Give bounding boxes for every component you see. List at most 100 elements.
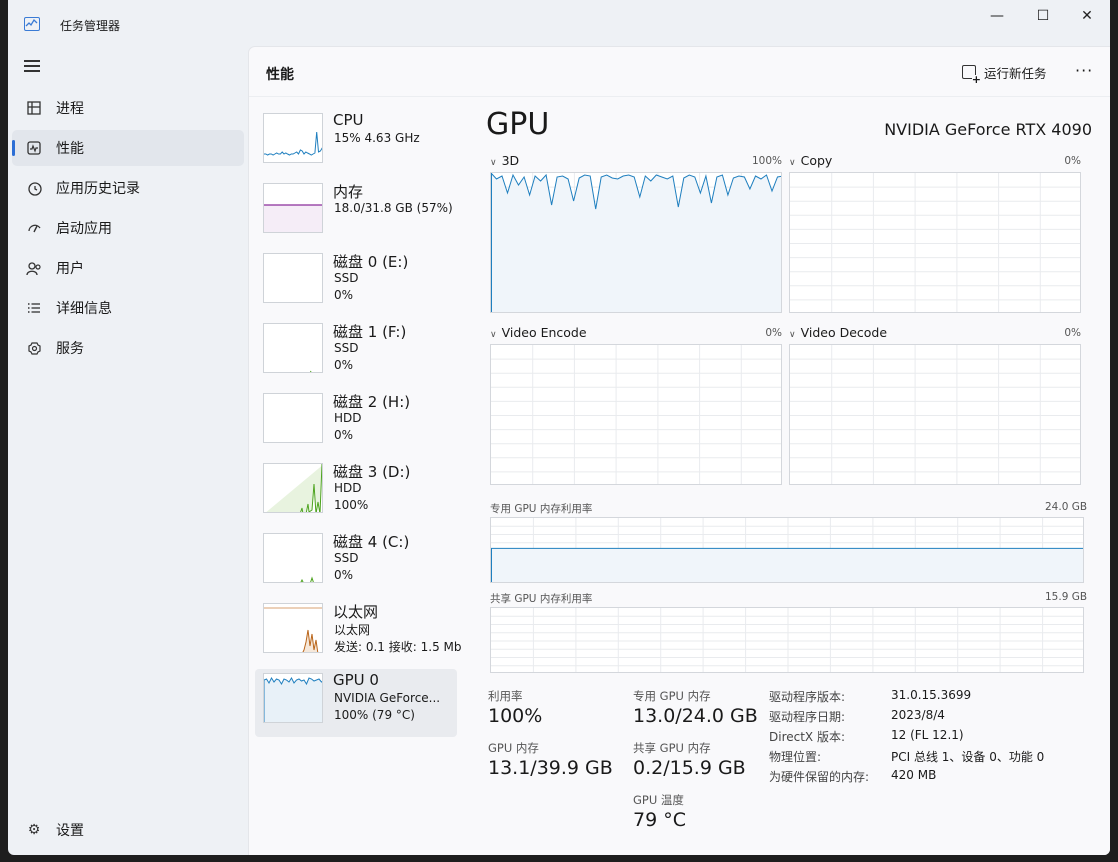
- dedicated-gpu-memory-label: 专用 GPU 内存: [633, 689, 711, 703]
- task-manager-app-icon: [24, 17, 40, 31]
- engine-name: Copy: [800, 153, 833, 168]
- dedicated-memory-max: 24.0 GB: [1045, 501, 1088, 513]
- device-thumbnail-graph: [263, 183, 323, 233]
- engine-label-video-decode[interactable]: ∨ Video Decode: [789, 325, 887, 340]
- info-value: 31.0.15.3699: [891, 688, 972, 702]
- sidebar-item-users[interactable]: 用户: [12, 250, 244, 286]
- device-thumbnail-graph: [263, 463, 323, 513]
- sidebar-item-settings[interactable]: ⚙ 设置: [12, 812, 244, 848]
- engine-label-video-encode[interactable]: ∨ Video Encode: [490, 325, 587, 340]
- device-detail-1: SSD: [334, 341, 359, 355]
- engine-label-3d[interactable]: ∨ 3D: [490, 153, 519, 168]
- device-detail-1: 18.0/31.8 GB (57%): [334, 201, 453, 215]
- performance-icon: [26, 140, 42, 156]
- details-icon: [26, 300, 42, 316]
- info-value: 420 MB: [891, 768, 937, 782]
- dedicated-memory-graph: [490, 517, 1084, 583]
- device-name: 内存: [333, 183, 364, 201]
- chevron-down-icon: ∨: [789, 330, 796, 340]
- run-new-task-button[interactable]: 运行新任务: [962, 61, 1047, 85]
- device-thumbnail-graph: [263, 253, 323, 303]
- device-thumbnail-graph: [263, 323, 323, 373]
- device-detail-1: NVIDIA GeForce...: [334, 691, 441, 705]
- info-key: 驱动程序日期:: [769, 710, 846, 724]
- device-name: CPU: [333, 111, 364, 129]
- sidebar-item-services[interactable]: 服务: [12, 330, 244, 366]
- sidebar-item-label: 服务: [56, 341, 84, 357]
- device-item-gpu-0[interactable]: GPU 0 NVIDIA GeForce... 100% (79 °C): [255, 669, 457, 737]
- gpu-model-name: NVIDIA GeForce RTX 4090: [884, 120, 1092, 139]
- sidebar-item-app-history[interactable]: 应用历史记录: [12, 170, 244, 206]
- engine-name: Video Encode: [501, 325, 587, 340]
- device-item-cpu[interactable]: CPU 15% 4.63 GHz: [255, 109, 457, 177]
- engine-label-copy[interactable]: ∨ Copy: [789, 153, 832, 168]
- engine-percent-video-encode: 0%: [765, 327, 782, 339]
- sidebar-item-details[interactable]: 详细信息: [12, 290, 244, 326]
- utilization-label: 利用率: [488, 689, 523, 703]
- device-detail-1: 15% 4.63 GHz: [334, 131, 420, 145]
- chevron-down-icon: ∨: [789, 158, 796, 168]
- device-thumbnail-graph: [263, 603, 323, 653]
- device-detail-2: 发送: 0.1 接收: 1.5 Mb: [334, 640, 462, 654]
- sidebar-item-label: 详细信息: [56, 301, 112, 317]
- gear-icon: ⚙: [27, 822, 41, 838]
- device-item-memory[interactable]: 内存 18.0/31.8 GB (57%): [255, 179, 457, 247]
- device-name: 磁盘 0 (E:): [333, 253, 409, 271]
- device-detail-2: 0%: [334, 288, 354, 302]
- sidebar-item-label: 用户: [56, 261, 84, 277]
- performance-panel: 性能 运行新任务 ··· CPU 15% 4.63 GHz 内存18.0/31.8 …: [248, 46, 1110, 855]
- gpu-temperature-label: GPU 温度: [633, 793, 684, 807]
- task-manager-window: 任务管理器 — ☐ ✕ 进程 性能 应用历史记录 启动应用 用户 详细信息 服务 ⚙ 设置 …: [8, 0, 1110, 855]
- engine-graph-copy: [789, 172, 1081, 313]
- device-detail-1: HDD: [334, 411, 362, 425]
- sidebar-item-processes[interactable]: 进程: [12, 90, 244, 126]
- maximize-button[interactable]: ☐: [1020, 0, 1066, 32]
- device-item-disk-3[interactable]: 磁盘 3 (D:) HDD 100%: [255, 459, 457, 527]
- device-item-disk-4[interactable]: 磁盘 4 (C:) SSD 0%: [255, 529, 457, 597]
- chevron-down-icon: ∨: [490, 158, 497, 168]
- minimize-button[interactable]: —: [974, 0, 1020, 32]
- info-key: 驱动程序版本:: [769, 690, 846, 704]
- device-item-disk-1[interactable]: 磁盘 1 (F:) SSD 0%: [255, 319, 457, 387]
- gpu-temperature-value: 79 °C: [633, 809, 686, 831]
- hamburger-menu-icon[interactable]: [24, 60, 40, 74]
- sidebar-item-label: 进程: [56, 101, 84, 117]
- close-button[interactable]: ✕: [1064, 0, 1110, 32]
- device-detail-2: 100%: [334, 498, 369, 512]
- device-name: 磁盘 3 (D:): [333, 463, 411, 481]
- sidebar-item-startup-apps[interactable]: 启动应用: [12, 210, 244, 246]
- shared-gpu-memory-label: 共享 GPU 内存: [633, 741, 711, 755]
- device-detail-2: 0%: [334, 358, 354, 372]
- more-options-button[interactable]: ···: [1075, 61, 1093, 80]
- engine-percent-copy: 0%: [1064, 155, 1081, 167]
- device-detail-2: 0%: [334, 428, 354, 442]
- device-name: GPU 0: [333, 671, 379, 689]
- device-item-disk-2[interactable]: 磁盘 2 (H:) HDD 0%: [255, 389, 457, 457]
- info-value: 12 (FL 12.1): [891, 728, 964, 742]
- device-detail-1: HDD: [334, 481, 362, 495]
- startup-icon: [26, 220, 42, 236]
- engine-graph-video-decode: [789, 344, 1081, 485]
- device-name: 磁盘 2 (H:): [333, 393, 411, 411]
- device-detail-2: 0%: [334, 568, 354, 582]
- sidebar-item-label: 启动应用: [56, 221, 112, 237]
- gpu-heading: GPU: [486, 107, 550, 142]
- device-item-disk-0[interactable]: 磁盘 0 (E:) SSD 0%: [255, 249, 457, 317]
- device-thumbnail-graph: [263, 393, 323, 443]
- sidebar-item-label: 应用历史记录: [56, 181, 140, 197]
- processes-icon: [26, 100, 42, 116]
- device-name: 以太网: [333, 603, 379, 621]
- gpu-memory-label: GPU 内存: [488, 741, 539, 755]
- device-item-ethernet[interactable]: 以太网 以太网 发送: 0.1 接收: 1.5 Mb: [255, 599, 461, 667]
- run-task-icon: [962, 65, 981, 85]
- device-name: 磁盘 1 (F:): [333, 323, 407, 341]
- info-key: 为硬件保留的内存:: [769, 770, 870, 784]
- info-value: 2023/8/4: [891, 708, 945, 722]
- device-detail-1: SSD: [334, 271, 359, 285]
- device-thumbnail-graph: [263, 673, 323, 723]
- device-detail-1: 以太网: [334, 623, 371, 637]
- dedicated-memory-label: 专用 GPU 内存利用率: [490, 503, 593, 515]
- sidebar-item-performance[interactable]: 性能: [12, 130, 244, 166]
- engine-name: Video Decode: [800, 325, 888, 340]
- info-value: PCI 总线 1、设备 0、功能 0: [891, 750, 1045, 764]
